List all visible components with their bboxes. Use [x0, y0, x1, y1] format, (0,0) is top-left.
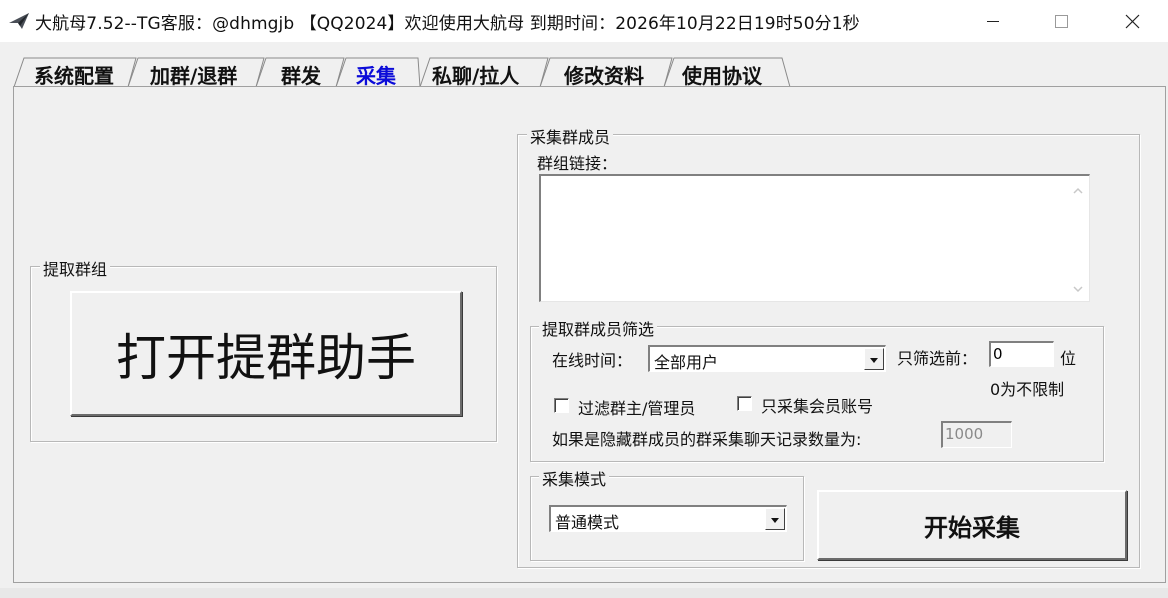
tab-usage-agreement[interactable]: 使用协议: [682, 60, 762, 89]
window-title: 大航母7.52--TG客服：@dhmgjb 【QQ2024】欢迎使用大航母 到期…: [35, 14, 860, 34]
filter-admin-label[interactable]: 过滤群主/管理员: [578, 395, 695, 419]
top-n-hint: 0为不限制: [990, 380, 1065, 399]
group-link-label: 群组链接：: [537, 154, 618, 173]
top-n-unit: 位: [1060, 349, 1077, 368]
status-strip: [0, 588, 1168, 598]
maximize-button[interactable]: [1027, 0, 1097, 42]
minimize-button[interactable]: [958, 0, 1028, 42]
collect-mode-value: 普通模式: [555, 513, 620, 532]
vip-only-checkbox[interactable]: [737, 396, 752, 411]
member-filter-legend: 提取群成员筛选: [539, 316, 658, 340]
collect-members-legend: 采集群成员: [527, 124, 614, 148]
vip-only-label[interactable]: 只采集会员账号: [761, 393, 873, 417]
open-group-helper-button[interactable]: 打开提群助手: [70, 291, 462, 416]
tab-collect[interactable]: 采集: [356, 60, 396, 89]
textarea-scrollbar[interactable]: [1067, 176, 1089, 301]
start-collect-button[interactable]: 开始采集: [817, 490, 1127, 560]
tab-system-config[interactable]: 系统配置: [34, 60, 114, 89]
group-link-textarea[interactable]: [539, 174, 1090, 302]
scroll-up-icon: [1073, 187, 1083, 194]
minimize-icon: [987, 21, 999, 22]
online-time-select[interactable]: 全部用户: [648, 345, 886, 372]
online-time-label: 在线时间：: [552, 351, 633, 370]
chevron-down-icon: [771, 518, 779, 523]
online-time-value: 全部用户: [654, 353, 719, 372]
collect-mode-dropdown-button[interactable]: [765, 508, 785, 530]
title-bar: 大航母7.52--TG客服：@dhmgjb 【QQ2024】欢迎使用大航母 到期…: [0, 0, 1168, 42]
chevron-down-icon: [870, 358, 878, 363]
filter-admin-checkbox[interactable]: [554, 398, 569, 413]
scroll-arrows: [1073, 187, 1083, 293]
close-icon: [1125, 14, 1140, 29]
tab-join-leave-group[interactable]: 加群/退群: [150, 60, 237, 89]
online-time-dropdown-button[interactable]: [864, 348, 884, 370]
hidden-members-label: 如果是隐藏群成员的群采集聊天记录数量为:: [552, 430, 862, 449]
hidden-members-count-input[interactable]: 1000: [941, 421, 1012, 448]
maximize-icon: [1055, 15, 1068, 28]
tab-edit-profile[interactable]: 修改资料: [564, 60, 644, 89]
app-icon: [9, 13, 29, 29]
top-n-input[interactable]: 0: [989, 341, 1054, 367]
tab-strip: 系统配置 加群/退群 群发 采集 私聊/拉人 修改资料 使用协议: [0, 56, 1168, 88]
collect-mode-select[interactable]: 普通模式: [549, 505, 787, 532]
collect-mode-legend: 采集模式: [539, 466, 610, 490]
scroll-down-icon: [1073, 286, 1083, 293]
tab-group-send[interactable]: 群发: [281, 60, 321, 89]
top-n-label: 只筛选前：: [897, 349, 978, 368]
close-button[interactable]: [1097, 0, 1168, 42]
extract-group-legend: 提取群组: [40, 256, 111, 280]
tab-private-chat-invite[interactable]: 私聊/拉人: [432, 60, 519, 89]
